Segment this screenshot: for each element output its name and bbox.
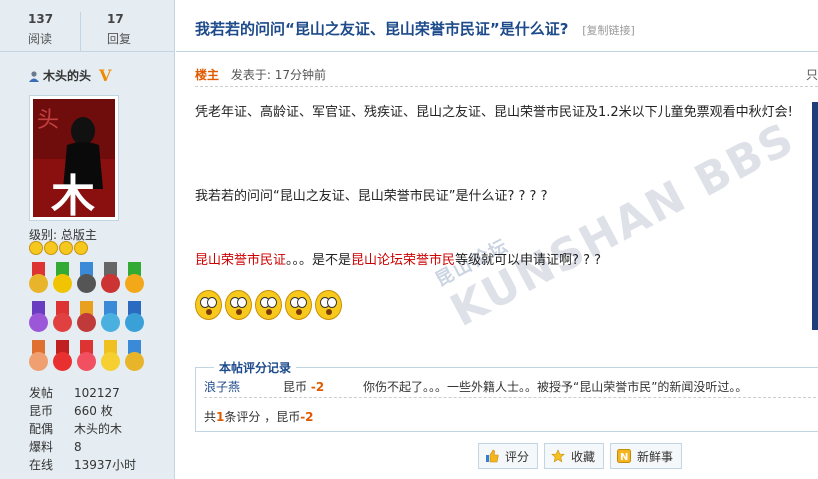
medal-icon[interactable] (100, 340, 121, 374)
author-sidebar: 137 阅读 17 回复 木头的头 V 头 木 级别: 总版主 发帖 10212… (0, 0, 175, 479)
post-text: 等级就可以申请证啊? ? ? (455, 253, 602, 268)
shocked-face-icon (315, 290, 342, 320)
highlight-forum-honor: 昆山论坛荣誉市民 (351, 253, 456, 268)
thumbs-up-icon (486, 449, 499, 463)
medal-icon[interactable] (124, 262, 145, 296)
owner-badge: 楼主 (195, 68, 220, 82)
medal-icon[interactable] (52, 301, 73, 335)
medal-icon[interactable] (52, 340, 73, 374)
medal-icon[interactable] (76, 262, 97, 296)
medal-icon[interactable] (76, 301, 97, 335)
post-meta: 楼主 发表于: 17分钟前 (195, 66, 326, 83)
level-smiley-icon (44, 241, 58, 255)
info-key: 爆料 (29, 440, 54, 454)
verified-v-icon: V (99, 66, 112, 85)
medal-icon[interactable] (28, 301, 49, 335)
medal-icon[interactable] (124, 301, 145, 335)
star-icon (551, 449, 565, 463)
level-stars (29, 241, 88, 255)
info-key: 在线 (29, 458, 54, 472)
info-value: 660 枚 (74, 404, 113, 418)
thread-title-bar: 我若若的问问“昆山之友证、昆山荣誉市民证”是什么证? [复制链接] (176, 0, 818, 52)
shocked-face-icon (225, 290, 252, 320)
rating-user-link[interactable]: 浪子燕 (204, 378, 283, 397)
favorite-button[interactable]: 收藏 (544, 443, 605, 469)
author-name-link[interactable]: 木头的头 (43, 67, 91, 84)
info-value: 13937小时 (74, 458, 137, 472)
shocked-face-icon (255, 290, 282, 320)
medal-icon[interactable] (100, 301, 121, 335)
info-key: 配偶 (29, 422, 54, 436)
info-row-posts: 发帖 102127 (29, 384, 136, 402)
info-row-spouse: 配偶 木头的木 (29, 420, 136, 438)
side-image-edge (812, 102, 818, 330)
post-body: 凭老年证、高龄证、军官证、残疾证、昆山之友证、昆山荣誉市民证及1.2米以下儿童免… (195, 102, 795, 268)
author-info-list: 发帖 102127 昆币 660 枚 配偶 木头的木 爆料 8 在线 13937… (29, 384, 136, 474)
meta-divider (195, 86, 818, 87)
level-smiley-icon (59, 241, 73, 255)
fresh-news-button[interactable]: N 新鲜事 (610, 443, 683, 469)
avatar-image: 头 木 (33, 99, 115, 217)
info-value[interactable]: 木头的木 (74, 420, 122, 438)
shocked-face-icon (195, 290, 222, 320)
info-row-coins: 昆币 660 枚 (29, 402, 136, 420)
info-key: 发帖 (29, 386, 54, 400)
rating-legend: 本帖评分记录 (214, 359, 297, 376)
forum-watermark: 昆山论坛 KUNSHAN BBS (432, 112, 804, 338)
replies-count: 17 (107, 12, 124, 26)
highlight-honor-citizen: 昆山荣誉市民证 (195, 253, 287, 268)
replies-stat: 17 回复 (80, 12, 160, 51)
avatar[interactable]: 头 木 (29, 95, 119, 221)
rating-record-box: 本帖评分记录 浪子燕 昆币 -2 你伤不起了。。。一些外籍人士。。被授予“昆山荣… (195, 359, 818, 432)
svg-text:头: 头 (37, 108, 59, 133)
info-value: 102127 (74, 386, 120, 400)
copy-link-button[interactable]: [复制链接] (582, 24, 635, 37)
medal-icon[interactable] (28, 340, 49, 374)
views-count: 137 (28, 12, 54, 26)
post-action-bar: 评分 收藏 N 新鲜事 (478, 443, 683, 469)
views-stat: 137 阅读 (0, 12, 80, 51)
info-value: 8 (74, 440, 82, 454)
replies-label: 回复 (107, 32, 132, 46)
medal-grid (28, 262, 148, 379)
medal-icon[interactable] (28, 262, 49, 296)
forum-post-page: 137 阅读 17 回复 木头的头 V 头 木 级别: 总版主 发帖 10212… (0, 0, 818, 479)
medal-icon[interactable] (52, 262, 73, 296)
post-content-column: 我若若的问问“昆山之友证、昆山荣誉市民证”是什么证? [复制链接] 楼主 发表于… (176, 0, 818, 479)
rating-currency: 昆币 -2 (283, 380, 325, 394)
avatar-art-icon: 头 木 (33, 99, 115, 217)
author-only-link[interactable]: 只 (806, 66, 818, 83)
rating-reason: 你伤不起了。。。一些外籍人士。。被授予“昆山荣誉市民”的新闻没听过。。 (363, 380, 748, 394)
thread-title: 我若若的问问“昆山之友证、昆山荣誉市民证”是什么证? (195, 20, 569, 38)
user-icon (29, 70, 39, 82)
news-n-icon: N (617, 449, 632, 463)
thread-stats: 137 阅读 17 回复 (0, 0, 174, 52)
views-label: 阅读 (28, 32, 53, 46)
svg-text:木: 木 (51, 171, 95, 217)
author-name-row: 木头的头 V (0, 52, 174, 85)
medal-icon[interactable] (100, 262, 121, 296)
post-paragraph-1: 凭老年证、高龄证、军官证、残疾证、昆山之友证、昆山荣誉市民证及1.2米以下儿童免… (195, 105, 793, 120)
posted-time: 发表于: 17分钟前 (230, 68, 326, 82)
level-smiley-icon (29, 241, 43, 255)
post-paragraph-2: 我若若的问问“昆山之友证、昆山荣誉市民证”是什么证? ? ? ? (195, 189, 548, 204)
info-row-tips: 爆料 8 (29, 438, 136, 456)
medal-icon[interactable] (76, 340, 97, 374)
shocked-face-icon (285, 290, 312, 320)
svg-text:N: N (620, 452, 628, 463)
rating-summary: 共1条评分 ，昆币-2 (204, 410, 314, 424)
post-paragraph-3: 昆山荣誉市民证。。。是不是昆山论坛荣誉市民等级就可以申请证啊? ? ? (195, 250, 601, 272)
info-key: 昆币 (29, 404, 54, 418)
level-smiley-icon (74, 241, 88, 255)
medal-icon[interactable] (124, 340, 145, 374)
info-row-online: 在线 13937小时 (29, 456, 136, 474)
emoji-row (195, 290, 342, 320)
rating-row: 浪子燕 昆币 -2 你伤不起了。。。一些外籍人士。。被授予“昆山荣誉市民”的新闻… (204, 378, 816, 398)
rate-button[interactable]: 评分 (478, 443, 539, 469)
post-text: 。。。是不是 (286, 253, 352, 268)
